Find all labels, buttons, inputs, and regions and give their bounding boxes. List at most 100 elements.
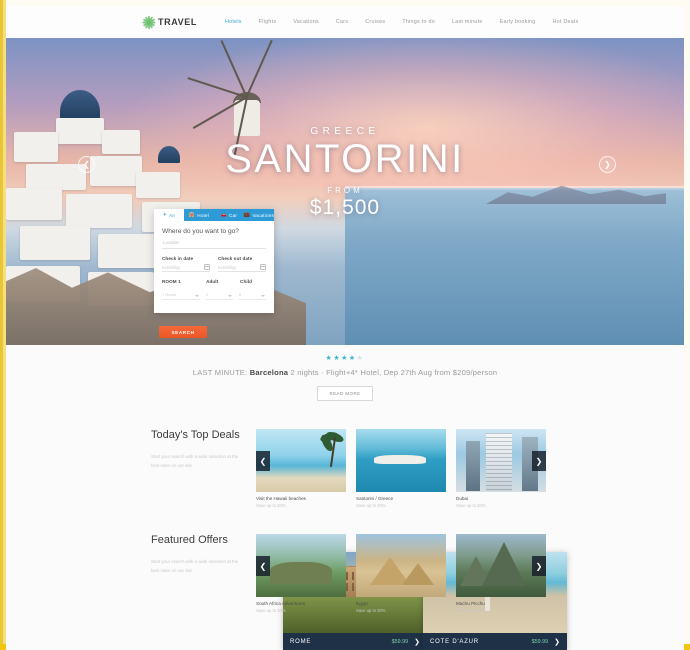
nav-item-hotels[interactable]: Hotels [225,19,242,25]
checkin-group: Check in date mm/dd/yy [162,256,210,272]
page-canvas: TRAVEL Hotels Flights Vacations Cars Cru… [6,6,684,650]
hero-caption: GREECE SANTORINI FROM $1,500 [6,126,684,220]
nav-item-cruises[interactable]: Cruises [365,19,385,25]
calendar-icon [204,264,210,270]
read-more-button[interactable]: READ MORE [317,386,372,401]
nav-item-last-minute[interactable]: Last minute [452,19,483,25]
occupancy-labels: ROOM 1 Adult Child [162,279,266,286]
occupancy-selects: 1 Room 2 0 [162,292,266,300]
suitcase-icon: 💼 [244,213,250,218]
search-tab-hotel-label: Hotel [197,213,209,218]
offer-card[interactable]: Egypt Save up to 30% [356,534,446,613]
offer-name: Egypt [356,601,446,606]
last-minute-details: 2 nights · Flight+4* Hotel, Dep 27th Aug… [291,368,498,377]
carousel-next-button[interactable]: ❯ [532,451,546,471]
search-tab-vacations-label: Vacations [252,213,274,218]
island-illustration [374,455,426,464]
room-select[interactable]: 1 Room [162,292,200,300]
carousel-prev-button[interactable]: ❮ [256,556,270,576]
child-label: Child [240,279,266,284]
nav-item-early-booking[interactable]: Early booking [500,19,536,25]
deal-card[interactable]: Santorini / Greece Save up to 30% [356,429,446,508]
room-label: ROOM 1 [162,279,198,284]
checkout-label: Check out date [218,256,266,261]
search-tab-air[interactable]: ✈ Air [154,209,184,221]
last-minute-text: LAST MINUTE: Barcelona 2 nights · Flight… [6,368,684,377]
calendar-icon [260,264,266,270]
checkin-label: Check in date [162,256,210,261]
landscape-illustration [270,562,332,584]
search-form: Where do you want to go? Location Check … [154,221,274,300]
section-subtitle: Start your search with a wide selection … [151,557,246,576]
hero-slider: GREECE SANTORINI FROM $1,500 ❮ ❯ [6,38,684,345]
deals-carousel: ❮ ❯ Visit the Hawaii beaches Save up to … [256,429,546,508]
adult-label: Adult [206,279,232,284]
hero-price: $1,500 [6,196,684,220]
carousel-next-button[interactable]: ❯ [532,556,546,576]
offer-name: South Africa Adventures [256,601,346,606]
search-tab-hotel[interactable]: 🏨 Hotel [184,209,214,221]
search-button[interactable]: SEARCH [159,326,207,338]
site-logo[interactable]: TRAVEL [142,16,197,29]
child-select[interactable]: 0 [239,292,266,300]
deal-name: Santorini / Greece [356,496,446,501]
search-heading: Where do you want to go? [162,228,266,235]
destination-input[interactable]: Location [162,240,266,249]
hero-next-button[interactable]: ❯ [599,156,616,173]
logo-text: TRAVEL [158,17,197,27]
rating-stars: ★★★★★ [6,354,684,362]
section-title: Today's Top Deals [151,429,246,443]
site-header: TRAVEL Hotels Flights Vacations Cars Cru… [6,6,684,38]
section-header: Featured Offers Start your search with a… [151,534,256,613]
main-nav: Hotels Flights Vacations Cars Cruises Th… [225,19,579,25]
hero-prev-button[interactable]: ❮ [78,156,95,173]
tower-illustration [466,441,480,491]
checkin-value: mm/dd/yy [162,265,180,270]
bed-icon: 🏨 [189,213,195,218]
last-minute-prefix: LAST MINUTE: [193,368,248,377]
pyramid-illustration [402,563,434,585]
nav-item-flights[interactable]: Flights [259,19,277,25]
search-widget: ✈ Air 🏨 Hotel 🚗 Car 💼 Vacations Where do… [154,209,274,313]
deal-name: Visit the Hawaii beaches [256,496,346,501]
offer-save: Save up to 30% [356,608,446,613]
carousel-prev-button[interactable]: ❮ [256,451,270,471]
promo-bar-rome: ROME $59.99 ❯ [283,633,427,650]
section-header: Today's Top Deals Start your search with… [151,429,256,508]
page-frame: TRAVEL Hotels Flights Vacations Cars Cru… [0,0,690,644]
section-todays-top-deals: Today's Top Deals Start your search with… [6,401,684,508]
palm-tree-icon [304,431,338,465]
chevron-right-icon[interactable]: ❯ [554,638,560,646]
nav-item-things-to-do[interactable]: Things to do [402,19,435,25]
offer-image-egypt [356,534,446,597]
search-tab-vacations[interactable]: 💼 Vacations [244,209,274,221]
search-tab-car-label: Car [229,213,237,218]
burj-illustration [486,433,512,491]
car-icon: 🚗 [221,213,227,218]
offer-save: Save up to 30% [256,608,346,613]
nav-item-cars[interactable]: Cars [336,19,348,25]
section-featured-offers: Featured Offers Start your search with a… [6,508,684,613]
hero-from-label: FROM [6,186,684,195]
checkout-group: Check out date mm/dd/yy [218,256,266,272]
section-title: Featured Offers [151,534,246,548]
adult-select[interactable]: 2 [206,292,233,300]
deal-name: Dubai [456,496,546,501]
offer-name: Machu Picchu [456,601,546,606]
offer-save: Save up to 30% [456,608,546,613]
hero-title: SANTORINI [6,139,684,179]
nav-item-hot-deals[interactable]: Hot Deals [553,19,579,25]
checkout-value: mm/dd/yy [218,265,236,270]
checkin-input[interactable]: mm/dd/yy [162,263,210,272]
chevron-right-icon[interactable]: ❯ [414,638,420,646]
search-tab-car[interactable]: 🚗 Car [214,209,244,221]
search-tab-air-label: Air [169,213,175,218]
nav-item-vacations[interactable]: Vacations [293,19,319,25]
checkout-input[interactable]: mm/dd/yy [218,263,266,272]
section-subtitle: Start your search with a wide selection … [151,452,246,471]
hero-country: GREECE [6,126,684,137]
last-minute-banner: ★★★★★ LAST MINUTE: Barcelona 2 nights · … [6,345,684,401]
date-row: Check in date mm/dd/yy Check out date mm… [162,256,266,272]
search-tabs: ✈ Air 🏨 Hotel 🚗 Car 💼 Vacations [154,209,274,221]
offers-carousel: ❮ ❯ South Africa Adventures Save up to 3… [256,534,546,613]
